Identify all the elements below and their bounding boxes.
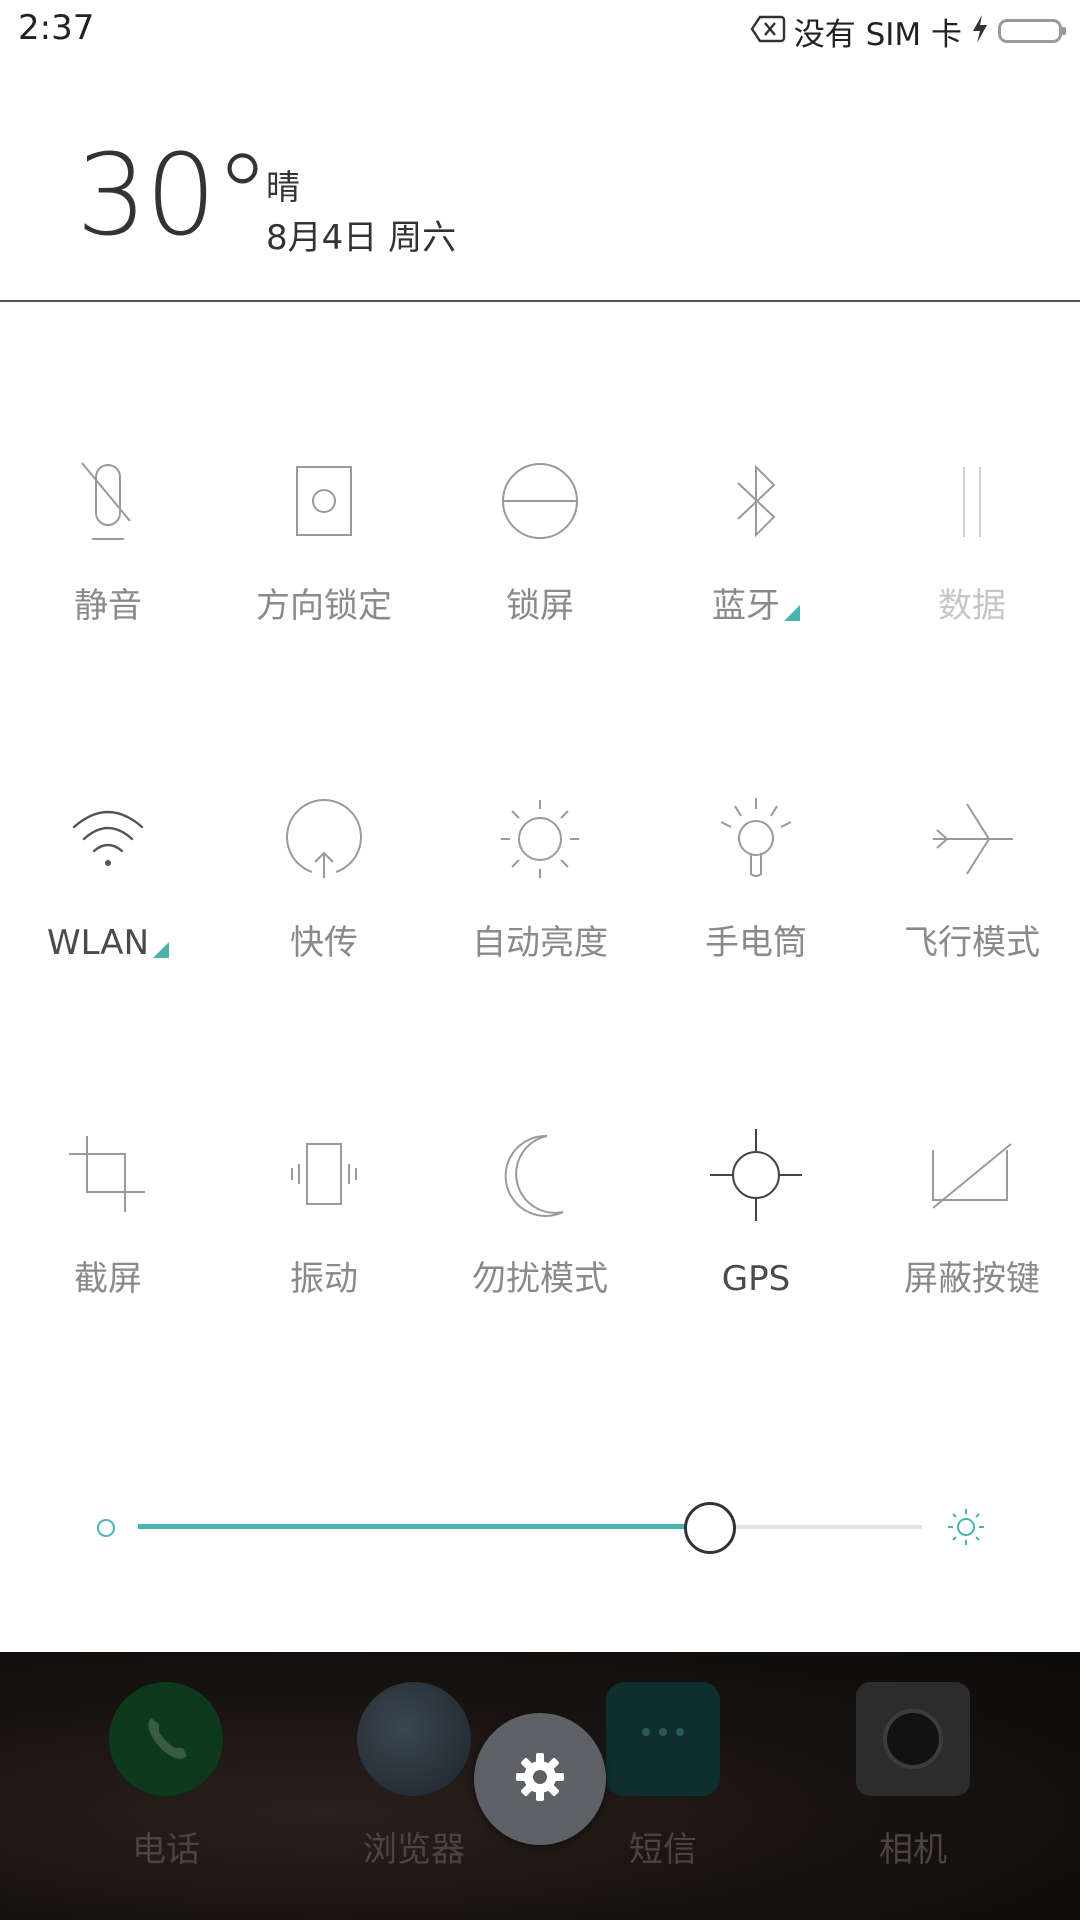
brightness-low-icon	[97, 1519, 115, 1537]
status-bar: 2:37 没有 SIM 卡	[0, 0, 1080, 62]
notification-header: 2:37 没有 SIM 卡 30° 晴 8月4日 周六	[0, 0, 1080, 302]
weather-condition: 晴	[266, 168, 300, 208]
toggle-vibrate[interactable]: 振动	[216, 1120, 432, 1320]
toggle-silent[interactable]: 静音	[0, 447, 216, 647]
toggle-label: WLAN	[0, 923, 216, 963]
status-icons: 没有 SIM 卡	[750, 10, 1066, 53]
screenshot-icon	[0, 1120, 216, 1230]
toggle-lock-screen[interactable]: 锁屏	[432, 447, 648, 647]
gear-icon	[512, 1749, 568, 1809]
wlan-menu-indicator-icon	[153, 942, 170, 958]
toggle-flashlight[interactable]: 手电筒	[648, 784, 864, 984]
brightness-thumb[interactable]	[684, 1502, 737, 1554]
dock-app-phone[interactable]: 电话	[66, 1682, 266, 1912]
brightness-track-fill	[138, 1524, 711, 1529]
toggle-label: 数据	[938, 586, 1006, 626]
toggle-label: 振动	[290, 1259, 358, 1299]
flashlight-icon	[648, 784, 864, 894]
auto-brightness-icon	[432, 784, 648, 894]
dock-app-label: 相机	[879, 1830, 947, 1870]
toggle-screenshot[interactable]: 截屏	[0, 1120, 216, 1320]
brightness-slider[interactable]	[0, 1487, 1080, 1567]
toggle-label: 手电筒	[705, 923, 807, 963]
airplane-mode-icon	[864, 784, 1080, 894]
toggle-label: 勿扰模式	[472, 1259, 608, 1299]
toggle-bluetooth[interactable]: 蓝牙	[648, 447, 864, 647]
sim-missing-icon	[750, 14, 786, 48]
toggle-rotation-lock[interactable]: 方向锁定	[216, 447, 432, 647]
gps-icon	[648, 1120, 864, 1230]
messages-icon	[606, 1682, 720, 1796]
toggle-label-text: 蓝牙	[712, 586, 780, 626]
toggle-mobile-data[interactable]: 数据	[864, 447, 1080, 647]
toggle-label: 屏蔽按键	[904, 1259, 1040, 1299]
toggle-label: 锁屏	[506, 586, 574, 626]
toggle-label: 快传	[290, 923, 358, 963]
camera-icon	[856, 1682, 970, 1796]
browser-icon	[357, 1682, 471, 1796]
toggle-label: 自动亮度	[472, 923, 608, 963]
toggle-airplane-mode[interactable]: 飞行模式	[864, 784, 1080, 984]
dock-app-label: 浏览器	[363, 1830, 465, 1870]
brightness-high-icon	[946, 1507, 986, 1547]
sim-status-text: 没有 SIM 卡	[793, 16, 962, 53]
toggle-label: GPS	[721, 1259, 791, 1299]
mobile-data-icon	[864, 447, 1080, 557]
bluetooth-icon	[648, 447, 864, 557]
bluetooth-menu-indicator-icon	[784, 605, 800, 621]
dock-app-label: 短信	[629, 1830, 697, 1870]
toggle-label: 飞行模式	[904, 923, 1040, 963]
lock-screen-icon	[432, 447, 648, 557]
do-not-disturb-icon	[432, 1120, 648, 1230]
toggle-gps[interactable]: GPS	[648, 1120, 864, 1320]
dock-app-label: 电话	[132, 1830, 200, 1870]
toggle-do-not-disturb[interactable]: 勿扰模式	[432, 1120, 648, 1320]
toggle-label: 截屏	[74, 1259, 142, 1299]
battery-icon	[998, 19, 1066, 43]
block-keys-icon	[864, 1120, 1080, 1230]
vibrate-icon	[216, 1120, 432, 1230]
weather-date: 8月4日 周六	[266, 218, 457, 258]
wifi-icon	[0, 784, 216, 894]
toggle-wlan[interactable]: WLAN	[0, 784, 216, 984]
quick-transfer-icon	[216, 784, 432, 894]
settings-button[interactable]	[474, 1713, 606, 1845]
rotation-lock-icon	[216, 447, 432, 557]
dock-app-camera[interactable]: 相机	[813, 1682, 1013, 1912]
status-clock: 2:37	[18, 8, 95, 48]
toggle-label: 静音	[74, 586, 142, 626]
toggle-quick-transfer[interactable]: 快传	[216, 784, 432, 984]
toggle-label-text: WLAN	[46, 923, 150, 963]
phone-icon	[109, 1682, 223, 1796]
toggle-label: 方向锁定	[256, 586, 392, 626]
charging-icon	[970, 13, 990, 49]
silent-icon	[0, 447, 216, 557]
weather-temperature[interactable]: 30°	[76, 140, 271, 252]
toggle-label: 蓝牙	[648, 586, 864, 626]
toggle-auto-brightness[interactable]: 自动亮度	[432, 784, 648, 984]
quick-settings-panel: 静音 方向锁定 锁屏 蓝牙 数据 WLAN 快传 自动亮度 手电筒 飞行模式 截…	[0, 302, 1080, 1652]
toggle-block-keys[interactable]: 屏蔽按键	[864, 1120, 1080, 1320]
